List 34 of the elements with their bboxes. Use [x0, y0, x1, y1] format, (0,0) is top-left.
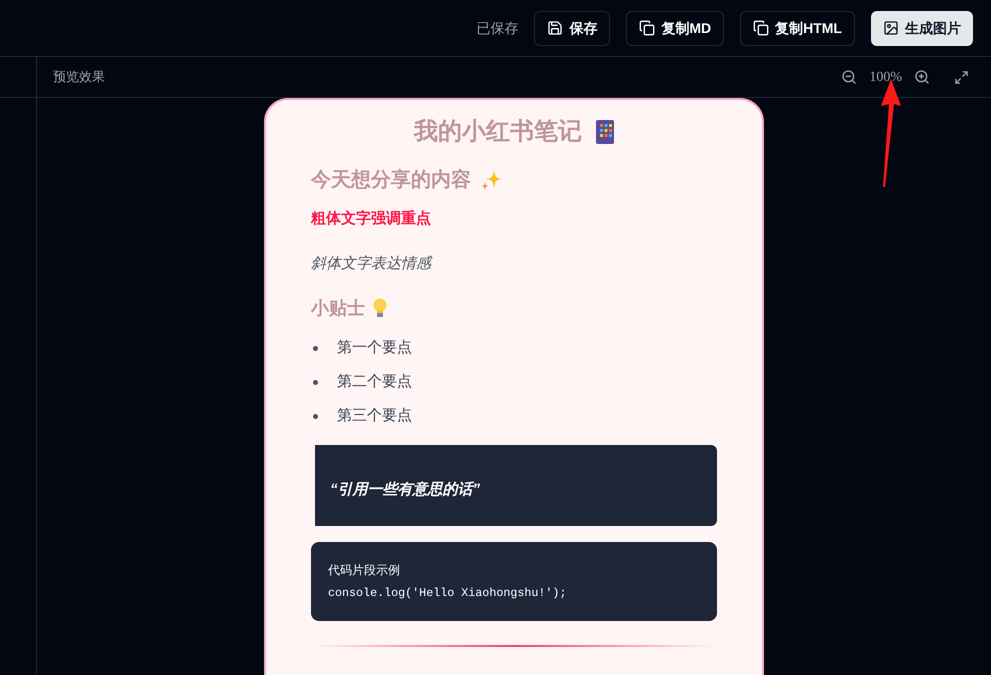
zoom-in-button[interactable]: [914, 69, 930, 85]
save-status: 已保存: [476, 18, 518, 38]
zoom-level: 100%: [869, 68, 902, 86]
bullet-icon: [313, 346, 318, 350]
color-grid-icon: [596, 120, 614, 144]
code-line: console.log('Hello Xiaohongshu!');: [328, 585, 568, 602]
copy-icon: [753, 20, 770, 36]
fullscreen-button[interactable]: [954, 70, 969, 84]
expand-icon: [954, 70, 969, 84]
code-caption: 代码片段示例: [328, 562, 401, 579]
image-icon: [883, 20, 899, 36]
bullet-icon: [313, 414, 318, 418]
toolbar-button[interactable]: 生成图片: [871, 10, 973, 46]
sparkles-icon: [481, 169, 503, 191]
zoom-out-icon: [841, 69, 858, 85]
note-title: 我的小红书笔记: [414, 117, 582, 147]
bullet-icon: [313, 380, 318, 384]
italic-text: 斜体文字表达情感: [311, 255, 431, 272]
toolbar-button[interactable]: 复制MD: [626, 10, 724, 46]
bold-text: 粗体文字强调重点: [311, 210, 431, 227]
quote-text: “引用一些有意思的话”: [330, 481, 480, 498]
copy-icon: [639, 20, 656, 36]
zoom-in-icon: [914, 69, 930, 85]
toolbar-button[interactable]: 复制HTML: [740, 10, 855, 46]
save-icon: [547, 20, 564, 36]
zoom-out-button[interactable]: [841, 69, 858, 85]
toolbar-button[interactable]: 保存: [534, 10, 610, 46]
list-item: 第一个要点: [337, 338, 412, 358]
section-heading: 今天想分享的内容: [311, 168, 471, 193]
list-item: 第三个要点: [337, 406, 412, 426]
list-item: 第二个要点: [337, 372, 412, 392]
section-heading: 小贴士: [311, 297, 365, 320]
preview-title: 预览效果: [53, 68, 105, 86]
light-bulb-icon: [373, 298, 387, 318]
